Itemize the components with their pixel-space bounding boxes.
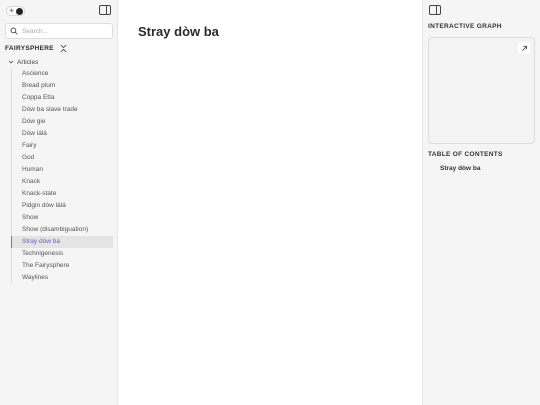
collapse-icon[interactable]: [60, 44, 67, 53]
site-title[interactable]: FAIRYSPHERE: [5, 45, 54, 52]
folder-label: Articles: [17, 58, 39, 66]
expand-graph-button[interactable]: [518, 42, 530, 54]
graph-heading: INTERACTIVE GRAPH: [428, 23, 502, 30]
sidebar-item[interactable]: Stray dòw ba: [11, 236, 113, 248]
theme-toggle[interactable]: ☀: [6, 6, 25, 16]
toc-item[interactable]: Stray dòw ba: [440, 165, 480, 172]
sidebar-item[interactable]: Ascience: [12, 68, 113, 80]
sidebar-item[interactable]: Show: [12, 212, 113, 224]
sidebar-item[interactable]: Fairy: [12, 140, 113, 152]
sidebar-item[interactable]: Knack: [12, 176, 113, 188]
sidebar-item[interactable]: Technigenesis: [12, 248, 113, 260]
page-title: Stray dòw ba: [138, 24, 219, 39]
right-sidebar: INTERACTIVE GRAPH TABLE OF CONTENTS Stra…: [422, 0, 540, 405]
search-icon: [10, 27, 18, 35]
sidebar-item[interactable]: Dów gie: [12, 116, 113, 128]
folder-articles[interactable]: Articles: [8, 57, 38, 67]
interactive-graph[interactable]: [428, 37, 535, 144]
sidebar-item[interactable]: Human: [12, 164, 113, 176]
article-list: Ascience Bread plum Coppa Etta Dów ba slave…: [11, 68, 113, 284]
sidebar-item[interactable]: Pidgin dów lálá: [12, 200, 113, 212]
sidebar-item[interactable]: Coppa Etta: [12, 92, 113, 104]
sidebar-item[interactable]: Dów lálá: [12, 128, 113, 140]
toggle-right-panel-icon[interactable]: [429, 5, 441, 15]
sidebar-item[interactable]: Bread plum: [12, 80, 113, 92]
sidebar-item[interactable]: God: [12, 152, 113, 164]
sun-icon: ☀: [8, 7, 15, 15]
moon-icon: [16, 7, 23, 15]
chevron-down-icon: [8, 60, 14, 64]
search-box[interactable]: [5, 23, 113, 39]
site-header: FAIRYSPHERE: [5, 43, 67, 53]
search-input[interactable]: [22, 27, 107, 35]
sidebar-item[interactable]: Show (disambiguation): [12, 224, 113, 236]
sidebar-item[interactable]: Waylines: [12, 272, 113, 284]
left-sidebar: ☀ FAIRYSPHERE Articles AscienceBread plu…: [0, 0, 118, 405]
main-content: Stray dòw ba: [118, 0, 422, 405]
sidebar-item[interactable]: Knack-state: [12, 188, 113, 200]
toc-heading: TABLE OF CONTENTS: [428, 151, 503, 158]
sidebar-item[interactable]: Dów ba slave trade: [12, 104, 113, 116]
toggle-left-panel-icon[interactable]: [99, 5, 111, 15]
arrow-up-right-icon: [521, 45, 527, 51]
sidebar-item[interactable]: The Fairysphere: [12, 260, 113, 272]
